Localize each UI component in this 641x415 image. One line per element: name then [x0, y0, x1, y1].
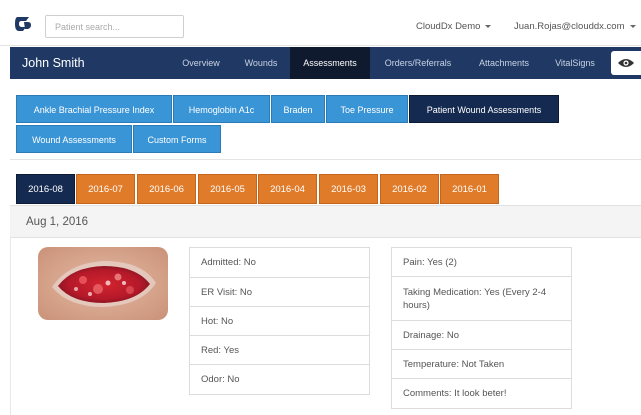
- assessment-date: Aug 1, 2016: [26, 216, 89, 228]
- type-button-braden[interactable]: Braden: [271, 95, 325, 123]
- field-er-visit: ER Visit: No: [190, 278, 369, 307]
- assessment-date-header: Aug 1, 2016: [10, 205, 641, 238]
- tab-orders-referrals[interactable]: Orders/Referrals: [373, 47, 463, 79]
- field-hot: Hot: No: [190, 307, 369, 336]
- month-tab-2016-05[interactable]: 2016-05: [198, 174, 257, 204]
- field-pain: Pain: Yes (2): [392, 248, 571, 277]
- tab-vitalsigns[interactable]: VitalSigns: [545, 47, 605, 79]
- type-button-toe-pressure[interactable]: Toe Pressure: [326, 95, 408, 123]
- section-divider: [10, 159, 641, 160]
- type-button-custom-forms[interactable]: Custom Forms: [133, 125, 221, 153]
- top-bar: CloudDx Demo Juan.Rojas@clouddx.com: [0, 0, 641, 46]
- type-button-wound-assessments[interactable]: Wound Assessments: [16, 125, 132, 153]
- org-dropdown-label: CloudDx Demo: [416, 21, 481, 32]
- month-tab-2016-02[interactable]: 2016-02: [380, 174, 439, 204]
- chevron-down-icon: [485, 24, 492, 28]
- field-odor: Odor: No: [201, 374, 240, 385]
- type-button-abpi[interactable]: Ankle Brachial Pressure Index: [16, 95, 172, 123]
- user-dropdown[interactable]: Juan.Rojas@clouddx.com: [514, 21, 636, 32]
- field-taking-medication: Taking Medication: Yes (Every 2-4 hours): [392, 277, 571, 321]
- patient-nav-bar: John Smith Overview Wounds Assessments O…: [10, 47, 641, 79]
- month-tab-2016-06[interactable]: 2016-06: [137, 174, 196, 204]
- assessment-fields-left: Admitted: No ER Visit: No Hot: No Red: Y…: [189, 247, 370, 395]
- patient-search-input[interactable]: [45, 15, 184, 38]
- field-temperature: Temperature: Not Taken: [392, 350, 571, 379]
- month-tab-2016-07[interactable]: 2016-07: [76, 174, 135, 204]
- month-tab-2016-08[interactable]: 2016-08: [16, 174, 75, 204]
- assessment-fields-right: Pain: Yes (2) Taking Medication: Yes (Ev…: [391, 247, 572, 409]
- month-tab-2016-03[interactable]: 2016-03: [319, 174, 378, 204]
- patient-name: John Smith: [22, 56, 85, 70]
- field-drainage: Drainage: No: [392, 321, 571, 350]
- wound-photo[interactable]: [38, 247, 168, 320]
- type-button-patient-wound-assessments[interactable]: Patient Wound Assessments: [409, 95, 559, 123]
- field-red: Red: Yes: [190, 336, 369, 365]
- wound-photo-image: [38, 247, 168, 320]
- org-dropdown[interactable]: CloudDx Demo: [416, 21, 492, 32]
- type-button-hemoglobin-a1c[interactable]: Hemoglobin A1c: [173, 95, 270, 123]
- tab-assessments[interactable]: Assessments: [290, 47, 370, 79]
- field-comments: Comments: It look beter!: [403, 388, 507, 399]
- tab-wounds[interactable]: Wounds: [234, 47, 288, 79]
- view-toggle-button[interactable]: [611, 51, 641, 75]
- chevron-down-icon: [629, 24, 636, 28]
- tab-overview[interactable]: Overview: [170, 47, 232, 79]
- month-tab-2016-01[interactable]: 2016-01: [440, 174, 499, 204]
- field-admitted: Admitted: No: [190, 248, 369, 278]
- user-dropdown-label: Juan.Rojas@clouddx.com: [514, 21, 625, 32]
- month-tab-2016-04[interactable]: 2016-04: [258, 174, 317, 204]
- clouddx-logo-icon[interactable]: [14, 15, 32, 33]
- tab-attachments[interactable]: Attachments: [466, 47, 542, 79]
- eye-icon: [618, 59, 634, 67]
